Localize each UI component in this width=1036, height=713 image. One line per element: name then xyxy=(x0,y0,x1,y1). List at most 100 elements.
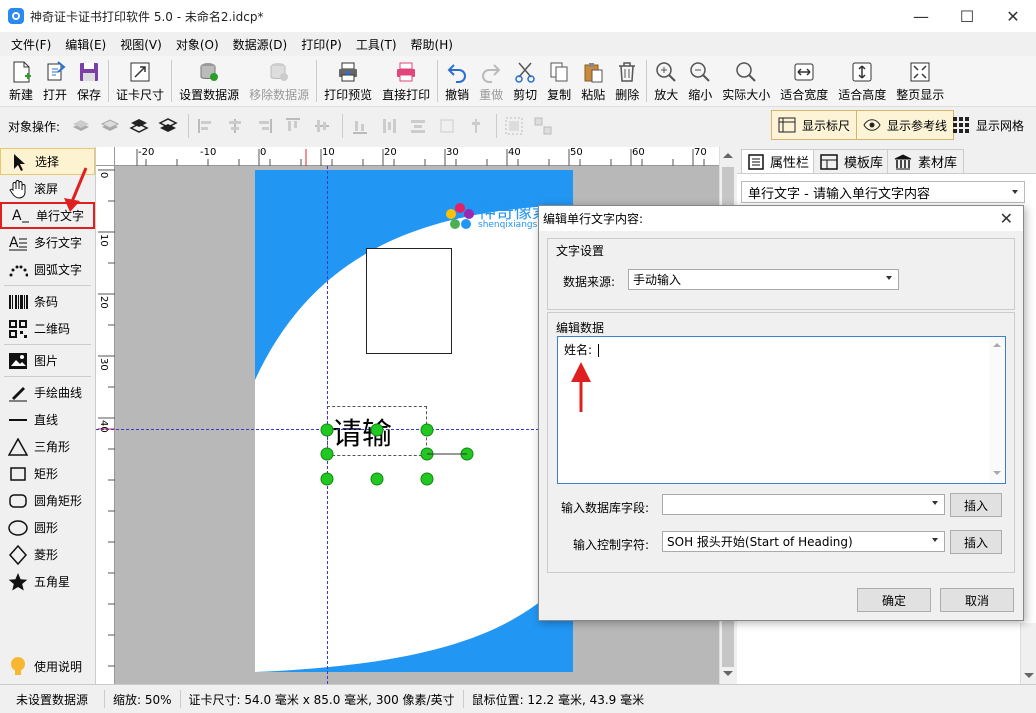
remove-datasource-button[interactable]: 移除数据源 xyxy=(244,56,314,105)
tab-properties[interactable]: 属性栏 xyxy=(741,149,817,173)
menu-view[interactable]: 视图(V) xyxy=(113,36,169,53)
scroll-down-icon[interactable] xyxy=(723,671,733,676)
zoom-out-icon xyxy=(688,60,712,84)
zoom-out-button[interactable]: 缩小 xyxy=(683,56,717,105)
actual-size-button[interactable]: 实际大小 xyxy=(717,56,775,105)
print-preview-button[interactable]: 打印预览 xyxy=(319,56,377,105)
distribute-v-icon[interactable] xyxy=(405,113,431,139)
set-datasource-button[interactable]: 设置数据源 xyxy=(174,56,244,105)
tab-templates[interactable]: 模板库 xyxy=(813,149,891,173)
text-object-selection[interactable]: 请输 xyxy=(327,406,427,456)
scroll-up-icon[interactable] xyxy=(993,343,1001,347)
delete-button[interactable]: 删除 xyxy=(610,56,644,105)
cancel-button[interactable]: 取消 xyxy=(940,588,1014,612)
align-middle-icon[interactable] xyxy=(309,113,335,139)
bring-forward-icon[interactable] xyxy=(68,113,94,139)
close-button[interactable]: ✕ xyxy=(990,0,1036,32)
align-center-icon[interactable] xyxy=(222,113,248,139)
fit-height-icon xyxy=(850,60,874,84)
maximize-button[interactable]: ☐ xyxy=(944,0,990,32)
fit-height-button[interactable]: 适合高度 xyxy=(833,56,891,105)
tool-star[interactable]: 五角星 xyxy=(0,568,95,595)
panel-scrollbar[interactable] xyxy=(1020,623,1036,684)
object-selector[interactable]: 单行文字 - 请输入单行文字内容 xyxy=(741,181,1025,203)
ctrl-char-select[interactable]: SOH 报头开始(Start of Heading) xyxy=(662,531,945,552)
tool-barcode[interactable]: 条码 xyxy=(0,288,95,315)
zoom-in-icon xyxy=(654,60,678,84)
same-height-icon[interactable] xyxy=(463,113,489,139)
fit-width-button[interactable]: 适合宽度 xyxy=(775,56,833,105)
align-right-icon[interactable] xyxy=(251,113,277,139)
tool-rect[interactable]: 矩形 xyxy=(0,460,95,487)
minimize-button[interactable]: — xyxy=(898,0,944,32)
vertical-guide-line[interactable] xyxy=(327,166,328,684)
show-grid-toggle[interactable]: 显示网格 xyxy=(952,110,1024,140)
ungroup-icon[interactable] xyxy=(530,113,556,139)
menu-print[interactable]: 打印(P) xyxy=(294,36,349,53)
card-size-button[interactable]: 证卡尺寸 xyxy=(111,56,169,105)
open-button[interactable]: 打开 xyxy=(38,56,72,105)
same-width-icon[interactable] xyxy=(434,113,460,139)
group-icon[interactable] xyxy=(501,113,527,139)
fit-page-button[interactable]: 整页显示 xyxy=(891,56,949,105)
tool-help[interactable]: 使用说明 xyxy=(0,653,82,680)
paste-button[interactable]: 粘贴 xyxy=(576,56,610,105)
datasource-select[interactable]: 手动输入 xyxy=(628,269,899,290)
insert-ctrl-char-button[interactable]: 插入 xyxy=(950,530,1002,554)
toolbar-separator xyxy=(437,60,439,102)
tool-diamond[interactable]: 菱形 xyxy=(0,541,95,568)
scroll-down-icon[interactable] xyxy=(1024,673,1034,678)
distribute-h-icon[interactable] xyxy=(376,113,402,139)
textarea-scrollbar[interactable] xyxy=(989,337,1005,483)
ruler-label: 20 xyxy=(98,296,109,309)
menu-object[interactable]: 对象(O) xyxy=(169,36,226,53)
menu-tools[interactable]: 工具(T) xyxy=(349,36,404,53)
align-bottom-icon[interactable] xyxy=(347,113,373,139)
undo-button[interactable]: 撤销 xyxy=(440,56,474,105)
text-settings-label: 文字设置 xyxy=(556,244,605,258)
tool-multi-line-text[interactable]: A 多行文字 xyxy=(0,229,95,256)
tool-line[interactable]: 直线 xyxy=(0,406,95,433)
align-left-icon[interactable] xyxy=(193,113,219,139)
copy-button[interactable]: 复制 xyxy=(542,56,576,105)
tool-ellipse[interactable]: 圆形 xyxy=(0,514,95,541)
db-field-select[interactable] xyxy=(662,494,945,515)
align-top-icon[interactable] xyxy=(280,113,306,139)
ok-button[interactable]: 确定 xyxy=(857,588,931,612)
scroll-down-icon[interactable] xyxy=(993,471,1001,475)
direct-print-button[interactable]: 直接打印 xyxy=(377,56,435,105)
zoom-in-button[interactable]: 放大 xyxy=(649,56,683,105)
toolbar-separator xyxy=(171,60,173,102)
rounded-rectangle-icon xyxy=(6,490,30,512)
tool-triangle[interactable]: 三角形 xyxy=(0,433,95,460)
tool-qrcode[interactable]: 二维码 xyxy=(0,315,95,342)
barcode-icon xyxy=(6,291,30,313)
menu-help[interactable]: 帮助(H) xyxy=(404,36,460,53)
photo-placeholder[interactable] xyxy=(366,248,452,354)
save-button[interactable]: 保存 xyxy=(72,56,106,105)
dialog-title: 编辑单行文字内容: xyxy=(543,212,644,226)
tool-image[interactable]: 图片 xyxy=(0,347,95,374)
text-content-input[interactable]: 姓名: xyxy=(557,336,1006,484)
cut-button[interactable]: 剪切 xyxy=(508,56,542,105)
tool-round-rect[interactable]: 圆角矩形 xyxy=(0,487,95,514)
card-canvas[interactable]: 神奇像素 shenqixiangsu 请输 xyxy=(255,170,573,672)
menu-edit[interactable]: 编辑(E) xyxy=(58,36,113,53)
send-to-back-icon[interactable] xyxy=(155,113,181,139)
menu-file[interactable]: 文件(F) xyxy=(4,36,58,53)
new-button[interactable]: 新建 xyxy=(4,56,38,105)
text-settings-group: 文字设置 数据来源: 手动输入 xyxy=(547,238,1015,310)
show-guides-toggle[interactable]: 显示参考线 xyxy=(856,110,955,140)
tool-arc-text[interactable]: 圆弧文字 xyxy=(0,256,95,283)
redo-button[interactable]: 重做 xyxy=(474,56,508,105)
dialog-close-icon[interactable]: ✕ xyxy=(1000,209,1013,228)
menu-datasource[interactable]: 数据源(D) xyxy=(226,36,295,53)
show-ruler-toggle[interactable]: 显示标尺 xyxy=(771,110,858,140)
bring-to-front-icon[interactable] xyxy=(126,113,152,139)
tab-materials[interactable]: 素材库 xyxy=(887,149,965,173)
tool-freehand[interactable]: 手绘曲线 xyxy=(0,379,95,406)
insert-field-button[interactable]: 插入 xyxy=(950,493,1002,517)
send-backward-icon[interactable] xyxy=(97,113,123,139)
scroll-up-icon[interactable] xyxy=(723,153,733,158)
ruler-label: 20 xyxy=(384,147,397,158)
